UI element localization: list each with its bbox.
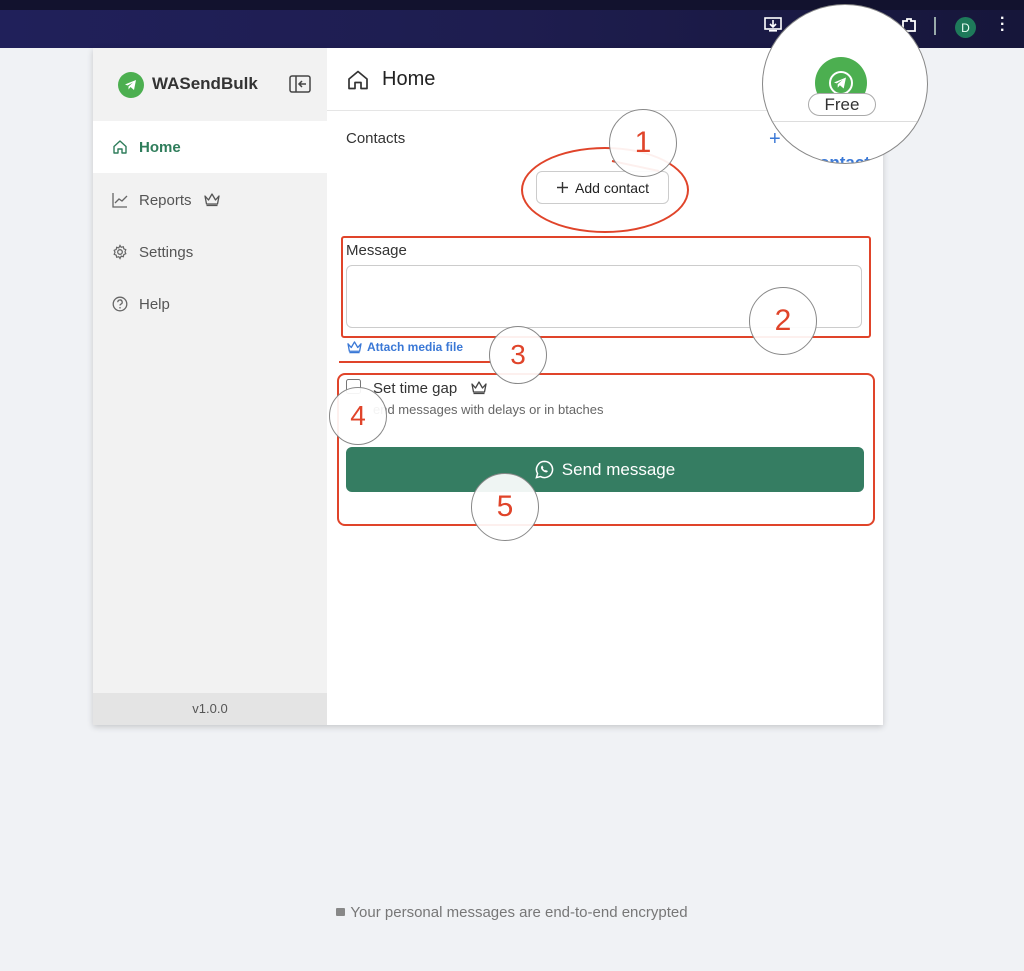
- sidebar-item-label: Reports: [139, 191, 192, 209]
- contact-link-partial[interactable]: ontact: [819, 153, 870, 163]
- premium-crown-icon: [204, 193, 220, 207]
- brand-logo-icon: [118, 72, 144, 98]
- more-menu-icon[interactable]: · · ·: [1000, 11, 1005, 39]
- version-label: v1.0.0: [93, 693, 327, 725]
- encryption-text: Your personal messages are end-to-end en…: [350, 904, 688, 921]
- encryption-notice: Your personal messages are end-to-end en…: [0, 904, 1024, 921]
- profile-avatar[interactable]: D: [955, 17, 976, 38]
- page-title: Home: [382, 68, 436, 90]
- attach-media-label: Attach media file: [367, 340, 464, 354]
- annotation-underline: [339, 361, 491, 363]
- sidebar-item-label: Help: [139, 295, 170, 313]
- question-icon: [112, 296, 128, 312]
- annotation-number-5: 5: [471, 473, 539, 541]
- home-icon: [112, 139, 128, 155]
- annotation-number-3: 3: [489, 326, 547, 384]
- premium-crown-icon: [347, 340, 362, 353]
- toolbar-divider: [934, 17, 936, 35]
- contacts-label: Contacts: [346, 130, 406, 147]
- annotation-send-area: [337, 373, 875, 526]
- lock-icon: [336, 908, 346, 917]
- sidebar-item-home[interactable]: Home: [93, 121, 327, 173]
- brand-header: WASendBulk: [93, 48, 327, 122]
- home-icon: [347, 70, 369, 90]
- collapse-sidebar-icon[interactable]: [289, 75, 311, 93]
- attach-media-link[interactable]: Attach media file: [347, 340, 463, 354]
- plan-badge[interactable]: Free: [808, 93, 876, 116]
- annotation-number-2: 2: [749, 287, 817, 355]
- sidebar-item-label: Settings: [139, 243, 194, 261]
- annotation-number-4: 4: [329, 387, 387, 445]
- sidebar-item-reports[interactable]: Reports: [93, 174, 327, 226]
- sidebar-item-label: Home: [139, 138, 181, 156]
- brand-name: WASendBulk: [152, 74, 258, 93]
- sidebar-item-help[interactable]: Help: [93, 278, 327, 330]
- divider: [763, 121, 927, 122]
- annotation-number-1: 1: [609, 109, 677, 177]
- gear-icon: [112, 244, 128, 260]
- chart-icon: [112, 192, 128, 208]
- sidebar-item-settings[interactable]: Settings: [93, 226, 327, 278]
- sidebar: WASendBulk Home Reports Settings Help v1…: [93, 48, 327, 725]
- free-badge-zoom: Free ontact: [762, 4, 928, 164]
